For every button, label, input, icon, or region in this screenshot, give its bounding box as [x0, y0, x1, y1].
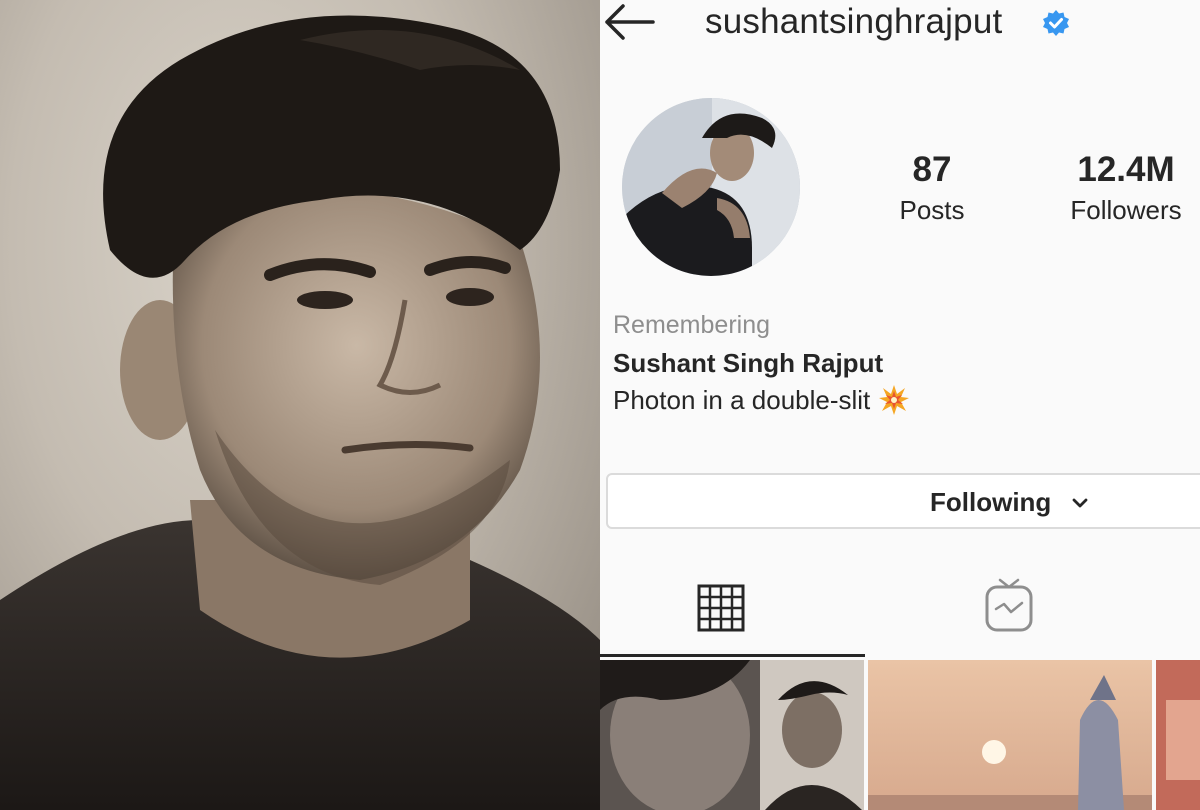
back-arrow-icon[interactable] [603, 2, 655, 42]
posts-label: Posts [899, 195, 965, 225]
portrait-photo [0, 0, 600, 810]
followers-count: 12.4M [1077, 150, 1175, 189]
followers-label: Followers [1070, 195, 1182, 225]
profile-header-bar: sushantsinghrajput [600, 0, 1200, 50]
profile-username: sushantsinghrajput [705, 2, 1003, 41]
remembering-label: Remembering [613, 311, 771, 339]
collision-emoji-icon [879, 385, 910, 415]
grid-tab-icon[interactable] [697, 584, 745, 632]
bio-text-line: Photon in a double-slit [613, 381, 1173, 419]
post-thumbnail[interactable] [1156, 660, 1200, 810]
posts-stat[interactable]: 87 Posts [882, 150, 982, 226]
profile-bio: Remembering Sushant Singh Rajput Photon … [613, 309, 1173, 419]
followers-stat[interactable]: 12.4M Followers [1056, 150, 1196, 226]
verified-badge-icon [1043, 10, 1069, 36]
profile-full-name: Sushant Singh Rajput [613, 348, 884, 378]
post-thumbnail[interactable] [868, 660, 1152, 810]
post-thumbnail[interactable] [600, 660, 864, 810]
chevron-down-icon [1072, 498, 1088, 508]
profile-avatar[interactable] [622, 98, 800, 276]
bio-text: Photon in a double-slit [613, 385, 871, 415]
posts-count: 87 [912, 150, 952, 189]
active-tab-indicator [600, 654, 865, 657]
igtv-tab-icon[interactable] [984, 577, 1034, 633]
following-label: Following [930, 487, 1052, 517]
instagram-profile-panel: sushantsinghrajput 87 Posts 12.4M Follow… [600, 0, 1200, 810]
following-button[interactable]: Following [606, 473, 1200, 529]
